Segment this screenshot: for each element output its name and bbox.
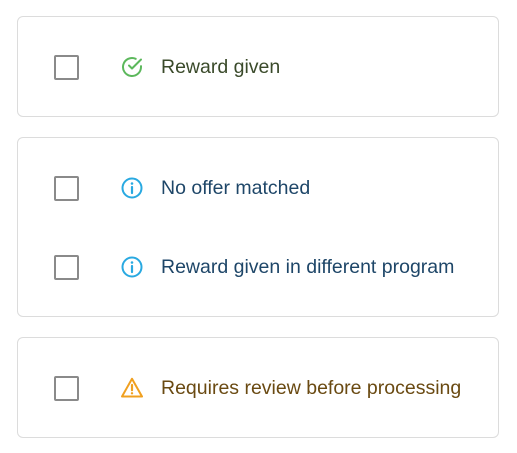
warning-triangle-icon: [120, 376, 144, 400]
option-label: Reward given in different program: [161, 256, 455, 278]
checkbox[interactable]: [54, 255, 79, 280]
check-circle-icon: [120, 55, 144, 79]
filter-option-reward-given-different-program[interactable]: Reward given in different program: [18, 247, 498, 287]
checkbox[interactable]: [54, 55, 79, 80]
status-group-warning: Requires review before processing: [17, 337, 499, 438]
info-circle-icon: [120, 255, 144, 279]
filter-option-requires-review[interactable]: Requires review before processing: [18, 368, 498, 408]
checkbox[interactable]: [54, 376, 79, 401]
status-group-success: Reward given: [17, 16, 499, 117]
option-label: No offer matched: [161, 177, 311, 199]
option-label: Requires review before processing: [161, 377, 462, 399]
info-circle-icon: [120, 176, 144, 200]
checkbox[interactable]: [54, 176, 79, 201]
filter-option-no-offer-matched[interactable]: No offer matched: [18, 168, 498, 208]
filter-option-reward-given[interactable]: Reward given: [18, 47, 498, 87]
option-label: Reward given: [161, 56, 281, 78]
status-group-info: No offer matched Reward given in differe…: [17, 137, 499, 317]
